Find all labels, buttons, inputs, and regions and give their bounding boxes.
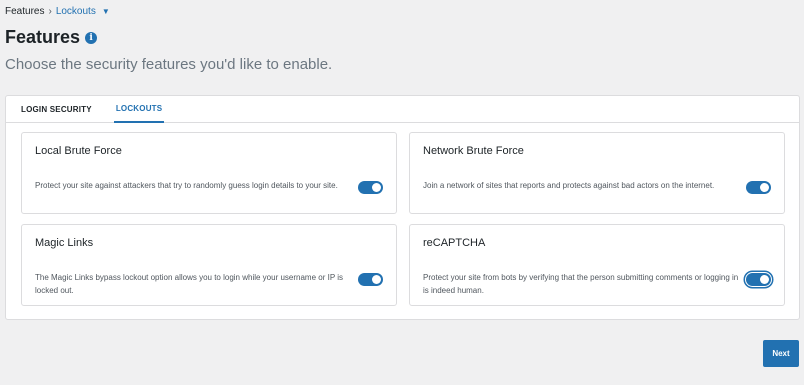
breadcrumb-root[interactable]: Features bbox=[5, 6, 44, 17]
toggle-knob bbox=[760, 183, 769, 192]
page-subtitle: Choose the security features you'd like … bbox=[5, 56, 333, 73]
page-title: Features i bbox=[5, 27, 98, 48]
caret-down-icon[interactable]: ▼ bbox=[102, 7, 110, 16]
feature-card-description: Protect your site against attackers that… bbox=[35, 181, 338, 190]
feature-card-local-brute-force: Local Brute Force Protect your site agai… bbox=[21, 132, 397, 214]
feature-card-title: Magic Links bbox=[35, 237, 94, 249]
feature-card-description: Protect your site from bots by verifying… bbox=[423, 273, 739, 295]
features-panel: LOGIN SECURITY LOCKOUTS Local Brute Forc… bbox=[5, 95, 800, 320]
feature-card-description: The Magic Links bypass lockout option al… bbox=[35, 273, 344, 295]
feature-card-title: reCAPTCHA bbox=[423, 237, 486, 249]
toggle-knob bbox=[372, 275, 381, 284]
breadcrumb-separator: › bbox=[48, 6, 52, 17]
page-title-text: Features bbox=[5, 27, 81, 47]
feature-card-title: Network Brute Force bbox=[423, 145, 524, 157]
feature-card-recaptcha: reCAPTCHA Protect your site from bots by… bbox=[409, 224, 785, 306]
feature-card-magic-links: Magic Links The Magic Links bypass locko… bbox=[21, 224, 397, 306]
toggle-knob bbox=[372, 183, 381, 192]
tab-login-security[interactable]: LOGIN SECURITY bbox=[21, 96, 100, 122]
network-brute-force-toggle[interactable] bbox=[746, 181, 771, 194]
feature-card-description: Join a network of sites that reports and… bbox=[423, 181, 715, 190]
feature-card-network-brute-force: Network Brute Force Join a network of si… bbox=[409, 132, 785, 214]
tab-bar: LOGIN SECURITY LOCKOUTS bbox=[6, 96, 799, 123]
tab-lockouts[interactable]: LOCKOUTS bbox=[113, 96, 165, 123]
recaptcha-toggle[interactable] bbox=[746, 273, 771, 286]
breadcrumb-current[interactable]: Lockouts bbox=[56, 6, 96, 17]
breadcrumb: Features › Lockouts ▼ bbox=[5, 6, 110, 17]
next-button[interactable]: Next bbox=[763, 340, 799, 367]
feature-grid: Local Brute Force Protect your site agai… bbox=[21, 132, 788, 306]
feature-card-title: Local Brute Force bbox=[35, 145, 122, 157]
magic-links-toggle[interactable] bbox=[358, 273, 383, 286]
info-icon[interactable]: i bbox=[85, 31, 98, 44]
toggle-knob bbox=[760, 275, 769, 284]
local-brute-force-toggle[interactable] bbox=[358, 181, 383, 194]
